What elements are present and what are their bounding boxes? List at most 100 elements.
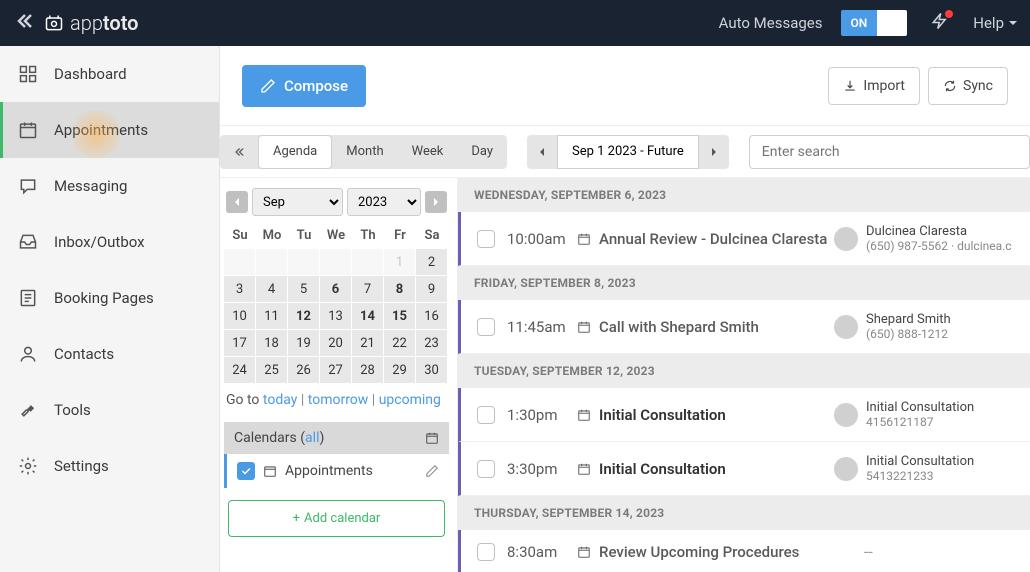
sidebar-item-label: Tools xyxy=(54,401,91,419)
sync-button[interactable]: Sync xyxy=(928,67,1008,105)
appointment-row[interactable]: 11:45amCall with Shepard SmithShepard Sm… xyxy=(458,300,1030,354)
cal-day-cell[interactable]: 24 xyxy=(224,357,256,384)
cal-day-cell[interactable]: 14 xyxy=(352,303,384,330)
calendar-checkbox[interactable] xyxy=(237,462,255,480)
next-month-icon[interactable] xyxy=(425,191,447,213)
cal-day-cell[interactable]: 28 xyxy=(352,357,384,384)
cal-day-cell[interactable]: 8 xyxy=(384,276,416,303)
appointment-checkbox[interactable] xyxy=(477,406,495,424)
sidebar-item-tools[interactable]: Tools xyxy=(0,382,219,438)
cal-day-cell[interactable]: 19 xyxy=(288,330,320,357)
agenda-day-header: THURSDAY, SEPTEMBER 14, 2023 xyxy=(458,496,1030,530)
view-agenda[interactable]: Agenda xyxy=(258,135,332,169)
cal-day-cell[interactable]: 1 xyxy=(384,249,416,276)
cal-day-cell[interactable]: 5 xyxy=(288,276,320,303)
appointment-checkbox[interactable] xyxy=(477,543,495,561)
appointment-contact: Shepard Smith(650) 888-1212 xyxy=(834,312,1014,341)
cal-day-cell[interactable]: 10 xyxy=(224,303,256,330)
sidebar-item-inbox[interactable]: Inbox/Outbox xyxy=(0,214,219,270)
cal-day-cell[interactable]: 12 xyxy=(288,303,320,330)
calendar-list-item[interactable]: Appointments xyxy=(224,454,449,488)
view-month[interactable]: Month xyxy=(332,135,397,169)
cal-day-cell[interactable]: 23 xyxy=(416,330,448,357)
avatar xyxy=(834,403,858,427)
cal-day-cell[interactable]: 26 xyxy=(288,357,320,384)
cal-day-cell[interactable]: 17 xyxy=(224,330,256,357)
cal-day-cell[interactable]: 15 xyxy=(384,303,416,330)
sidebar-item-appointments[interactable]: Appointments xyxy=(0,102,219,158)
prev-month-icon[interactable] xyxy=(226,191,248,213)
cal-day-header: Fr xyxy=(384,222,416,249)
view-day[interactable]: Day xyxy=(457,135,507,169)
sidebar-item-label: Appointments xyxy=(54,121,148,139)
date-range-label[interactable]: Sep 1 2023 - Future xyxy=(557,135,699,169)
cal-day-cell[interactable]: 21 xyxy=(352,330,384,357)
appointment-checkbox[interactable] xyxy=(477,318,495,336)
avatar xyxy=(834,457,858,481)
add-calendar-button[interactable]: +Add calendar xyxy=(228,500,445,537)
cal-day-cell[interactable] xyxy=(256,249,288,276)
appointment-row[interactable]: 3:30pmInitial ConsultationInitial Consul… xyxy=(458,442,1030,496)
calendars-all-link[interactable]: all xyxy=(305,430,319,446)
top-toolbar: Compose Import Sync xyxy=(220,46,1030,126)
sidebar-item-settings[interactable]: Settings xyxy=(0,438,219,494)
cal-day-cell[interactable]: 3 xyxy=(224,276,256,303)
prev-range-icon[interactable] xyxy=(527,135,557,169)
help-menu[interactable]: Help xyxy=(973,14,1018,32)
cal-day-cell[interactable]: 6 xyxy=(320,276,352,303)
cal-day-cell[interactable]: 22 xyxy=(384,330,416,357)
cal-day-header: Tu xyxy=(288,222,320,249)
year-select[interactable]: 2023 xyxy=(347,188,421,216)
sidebar-item-booking[interactable]: Booking Pages xyxy=(0,270,219,326)
cal-day-cell[interactable]: 4 xyxy=(256,276,288,303)
activity-icon[interactable] xyxy=(925,12,955,34)
cal-day-cell[interactable]: 11 xyxy=(256,303,288,330)
goto-tomorrow[interactable]: tomorrow xyxy=(308,392,369,408)
cal-day-cell[interactable] xyxy=(352,249,384,276)
appointment-time: 11:45am xyxy=(507,318,577,336)
cal-day-cell[interactable]: 16 xyxy=(416,303,448,330)
appointment-row[interactable]: 10:00amAnnual Review - Dulcinea Claresta… xyxy=(458,212,1030,266)
appointment-title: Initial Consultation xyxy=(577,460,834,478)
next-range-icon[interactable] xyxy=(699,135,729,169)
sidebar-item-dashboard[interactable]: Dashboard xyxy=(0,46,219,102)
collapse-sidebar-icon[interactable] xyxy=(12,9,36,37)
month-select[interactable]: Sep xyxy=(252,188,343,216)
goto-upcoming[interactable]: upcoming xyxy=(379,392,441,408)
appointment-checkbox[interactable] xyxy=(477,460,495,478)
cal-day-header: Su xyxy=(224,222,256,249)
cal-day-cell[interactable]: 9 xyxy=(416,276,448,303)
cal-day-cell[interactable]: 7 xyxy=(352,276,384,303)
import-button[interactable]: Import xyxy=(828,67,920,105)
logo[interactable]: apptoto xyxy=(44,11,139,35)
appointment-checkbox[interactable] xyxy=(477,230,495,248)
cal-day-cell[interactable] xyxy=(288,249,320,276)
view-toolbar: Agenda Month Week Day Sep 1 2023 - Futur… xyxy=(220,126,1030,178)
view-week[interactable]: Week xyxy=(398,135,458,169)
cal-day-cell[interactable]: 20 xyxy=(320,330,352,357)
cal-day-header: Mo xyxy=(256,222,288,249)
auto-messages-toggle[interactable]: ON xyxy=(841,10,908,36)
cal-day-cell[interactable]: 25 xyxy=(256,357,288,384)
cal-day-cell[interactable]: 13 xyxy=(320,303,352,330)
cal-day-cell[interactable]: 18 xyxy=(256,330,288,357)
cal-day-cell[interactable]: 30 xyxy=(416,357,448,384)
cal-day-cell[interactable] xyxy=(224,249,256,276)
goto-today[interactable]: today xyxy=(263,392,297,408)
appointment-row[interactable]: 1:30pmInitial ConsultationInitial Consul… xyxy=(458,388,1030,442)
edit-icon[interactable] xyxy=(425,464,439,478)
cal-day-cell[interactable]: 27 xyxy=(320,357,352,384)
sidebar-item-contacts[interactable]: Contacts xyxy=(0,326,219,382)
appointment-row[interactable]: 8:30amReview Upcoming Procedures-- xyxy=(458,530,1030,572)
search-input[interactable] xyxy=(749,135,1030,169)
app-header: apptoto Auto Messages ON Help xyxy=(0,0,1030,46)
appointment-title: Review Upcoming Procedures xyxy=(577,543,834,561)
avatar xyxy=(834,227,858,251)
sidebar-item-messaging[interactable]: Messaging xyxy=(0,158,219,214)
compose-button[interactable]: Compose xyxy=(242,65,366,107)
cal-day-cell[interactable]: 2 xyxy=(416,249,448,276)
cal-day-cell[interactable] xyxy=(320,249,352,276)
main-content: Compose Import Sync Agenda Month Week Da… xyxy=(220,46,1030,572)
collapse-panel-icon[interactable] xyxy=(220,135,258,169)
cal-day-cell[interactable]: 29 xyxy=(384,357,416,384)
